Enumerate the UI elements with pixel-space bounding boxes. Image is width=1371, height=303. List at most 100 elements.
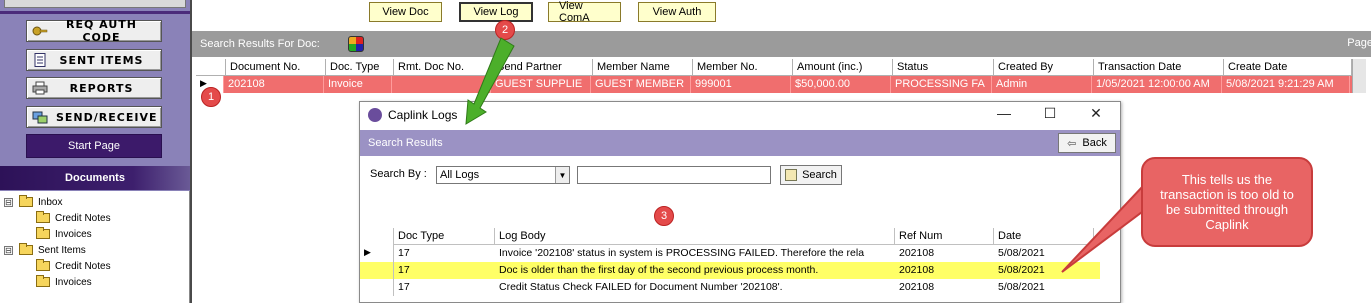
column-header[interactable]: Rmt. Doc No. (394, 59, 493, 76)
cell-send-partner[interactable]: GUEST SUPPLIE (491, 76, 591, 93)
printer-icon (32, 81, 48, 95)
step-badge-2: 2 (495, 20, 515, 40)
search-input[interactable] (577, 166, 771, 184)
column-header[interactable]: Status (893, 59, 994, 76)
collapse-icon[interactable]: ⊟ (4, 197, 13, 207)
tree-item-inbox-credit-notes[interactable]: Credit Notes (36, 210, 111, 226)
log-ref-num[interactable]: 202108 (895, 279, 994, 296)
row-indicator-icon[interactable] (360, 262, 394, 279)
tree-item-sent-invoices[interactable]: Invoices (36, 274, 92, 290)
send-receive-icon (32, 110, 48, 124)
folder-icon (19, 195, 33, 207)
sidebar-top-edge (4, 0, 186, 8)
column-header[interactable]: Date (994, 228, 1094, 245)
grid-scrollbar[interactable] (1352, 59, 1366, 93)
column-header[interactable]: Amount (inc.) (793, 59, 893, 76)
search-by-value: All Logs (440, 169, 480, 181)
cell-amount[interactable]: $50,000.00 (791, 76, 891, 93)
view-doc-button[interactable]: View Doc (369, 2, 442, 22)
tree-item-sent-credit-notes[interactable]: Credit Notes (36, 258, 111, 274)
column-header[interactable]: Send Partner (493, 59, 593, 76)
document-tree: ⊟ Inbox Credit Notes Invoices ⊟ Sent Ite… (0, 191, 190, 303)
log-date[interactable]: 5/08/2021 (994, 262, 1094, 279)
log-date[interactable]: 5/08/2021 (994, 245, 1094, 262)
row-selector-header (196, 59, 226, 76)
page-label: Page (1347, 37, 1371, 49)
search-by-label: Search By : (370, 168, 427, 180)
grid-header: Document No. Doc. Type Rmt. Doc No. Send… (196, 59, 1366, 76)
log-row[interactable]: 17 Credit Status Check FAILED for Docume… (360, 279, 1100, 296)
reports-button[interactable]: REPORTS (26, 77, 162, 99)
send-receive-button[interactable]: SEND/RECEIVE (26, 106, 162, 128)
view-coma-button[interactable]: View ComA (548, 0, 621, 24)
collapse-icon[interactable]: ⊟ (4, 245, 13, 255)
view-log-button[interactable]: View Log (459, 2, 533, 22)
column-header[interactable]: Created By (994, 59, 1094, 76)
log-doc-type[interactable]: 17 (394, 245, 495, 262)
log-row[interactable]: ▶ 17 Invoice '202108' status in system i… (360, 245, 1100, 262)
column-header[interactable]: Member Name (593, 59, 693, 76)
column-header[interactable]: Member No. (693, 59, 793, 76)
sidebar: REQ AUTH CODE SENT ITEMS REPORTS SEND/RE… (0, 0, 190, 303)
column-header[interactable]: Transaction Date (1094, 59, 1224, 76)
cell-rmt-doc-no[interactable] (392, 76, 491, 93)
log-body[interactable]: Doc is older than the first day of the s… (495, 262, 895, 279)
column-header[interactable]: Doc Type (394, 228, 495, 245)
search-label: Search (802, 169, 837, 181)
table-row[interactable]: ▶ 202108 Invoice GUEST SUPPLIE GUEST MEM… (196, 76, 1366, 93)
view-auth-button[interactable]: View Auth (638, 2, 716, 22)
tree-item-sent-items[interactable]: ⊟ Sent Items (4, 242, 86, 258)
log-body[interactable]: Invoice '202108' status in system is PRO… (495, 245, 895, 262)
cell-transaction-date[interactable]: 1/05/2021 12:00:00 AM (1092, 76, 1222, 93)
minimize-icon[interactable]: — (984, 105, 1024, 121)
column-header[interactable]: Doc. Type (326, 59, 394, 76)
start-page-button[interactable]: Start Page (26, 134, 162, 158)
search-button[interactable]: Search (780, 165, 842, 185)
back-arrow-icon: ⇦ (1067, 137, 1077, 150)
cell-member-no[interactable]: 999001 (691, 76, 791, 93)
cell-member-name[interactable]: GUEST MEMBER (591, 76, 691, 93)
send-receive-label: SEND/RECEIVE (56, 110, 158, 124)
tree-item-inbox-invoices[interactable]: Invoices (36, 226, 92, 242)
log-date[interactable]: 5/08/2021 (994, 279, 1094, 296)
cell-doc-type[interactable]: Invoice (324, 76, 392, 93)
log-grid: Doc Type Log Body Ref Num Date ▶ 17 Invo… (360, 228, 1100, 296)
tree-item-label: Invoices (55, 276, 92, 288)
row-indicator-icon[interactable] (360, 279, 394, 296)
log-ref-num[interactable]: 202108 (895, 262, 994, 279)
tree-item-label: Credit Notes (55, 260, 111, 272)
folder-icon (36, 259, 50, 271)
folder-icon (36, 275, 50, 287)
log-grid-header: Doc Type Log Body Ref Num Date (360, 228, 1100, 245)
step-badge-1: 1 (201, 87, 221, 107)
log-row-highlighted[interactable]: 17 Doc is older than the first day of th… (360, 262, 1100, 279)
folder-icon (36, 211, 50, 223)
app-refresh-icon[interactable] (348, 36, 364, 52)
tree-item-inbox[interactable]: ⊟ Inbox (4, 194, 62, 210)
sent-items-button[interactable]: SENT ITEMS (26, 49, 162, 71)
cell-created-by[interactable]: Admin (992, 76, 1092, 93)
chevron-down-icon[interactable]: ▼ (555, 167, 569, 183)
back-button[interactable]: ⇦ Back (1058, 133, 1116, 153)
column-header[interactable]: Log Body (495, 228, 895, 245)
close-icon[interactable]: ✕ (1076, 105, 1116, 122)
cell-status[interactable]: PROCESSING FA (891, 76, 992, 93)
log-ref-num[interactable]: 202108 (895, 245, 994, 262)
log-doc-type[interactable]: 17 (394, 279, 495, 296)
documents-header[interactable]: Documents (0, 166, 190, 190)
callout-note: This tells us the transaction is too old… (1141, 157, 1313, 247)
tree-item-label: Sent Items (38, 244, 86, 256)
log-body[interactable]: Credit Status Check FAILED for Document … (495, 279, 895, 296)
search-by-select[interactable]: All Logs ▼ (436, 166, 570, 184)
log-doc-type[interactable]: 17 (394, 262, 495, 279)
row-indicator-icon[interactable]: ▶ (360, 245, 394, 262)
search-results-bar: Search Results For Doc: Page (192, 31, 1371, 57)
column-header[interactable]: Create Date (1224, 59, 1352, 76)
column-header[interactable]: Ref Num (895, 228, 994, 245)
req-auth-code-button[interactable]: REQ AUTH CODE (26, 18, 162, 44)
cell-document-no[interactable]: 202108 (224, 76, 324, 93)
search-results-title: Search Results For Doc: (200, 38, 320, 50)
cell-create-date[interactable]: 5/08/2021 9:21:29 AM (1222, 76, 1350, 93)
column-header[interactable]: Document No. (226, 59, 326, 76)
maximize-icon[interactable]: ☐ (1030, 105, 1070, 122)
